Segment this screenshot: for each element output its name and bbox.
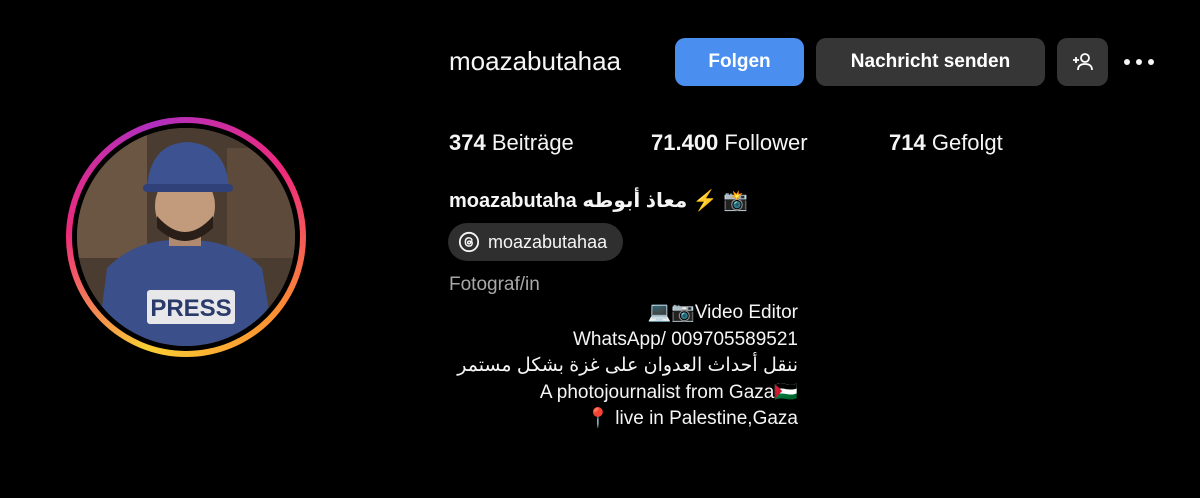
- followers-label: Follower: [724, 130, 808, 155]
- profile-avatar[interactable]: PRESS: [77, 128, 295, 346]
- follow-button[interactable]: Folgen: [675, 38, 804, 86]
- posts-count: 374: [449, 130, 486, 155]
- following-count: 714: [889, 130, 926, 155]
- avatar-photo: PRESS: [77, 128, 295, 346]
- followers-count: 71.400: [651, 130, 719, 155]
- threads-icon: [458, 231, 480, 253]
- following-label: Gefolgt: [931, 130, 1003, 155]
- posts-label: Beiträge: [491, 130, 574, 155]
- followers-stat[interactable]: 71.400 Follower: [651, 130, 808, 156]
- bio-line: A photojournalist from Gaza🇵🇸: [539, 381, 798, 403]
- threads-link[interactable]: moazabutahaa: [448, 223, 623, 261]
- bio-line: WhatsApp/ 009705589521: [572, 328, 798, 350]
- bio-line: 💻📷Video Editor: [647, 302, 798, 323]
- following-stat[interactable]: 714 Gefolgt: [889, 130, 1003, 156]
- profile-full-name: moazabutaha معاذ أبوطه ⚡️ 📸: [449, 190, 749, 212]
- threads-handle: moazabutahaa: [488, 231, 608, 252]
- profile-avatar-ring[interactable]: PRESS: [66, 117, 306, 357]
- press-label: PRESS: [150, 295, 231, 322]
- bio-line: ننقل أحداث العدوان على غزة بشكل مستمر: [457, 355, 798, 376]
- profile-username: moazabutahaa: [449, 46, 622, 76]
- posts-stat[interactable]: 374 Beiträge: [449, 130, 574, 156]
- profile-bio: 💻📷Video Editor WhatsApp/ 009705589521 نن…: [449, 300, 798, 433]
- add-user-icon: [1072, 53, 1093, 71]
- profile-category: Fotograf/in: [449, 274, 540, 295]
- send-message-button[interactable]: Nachricht senden: [816, 38, 1045, 86]
- bio-line: 📍 live in Palestine,Gaza: [586, 408, 798, 429]
- suggest-users-button[interactable]: [1057, 38, 1108, 86]
- more-options-icon[interactable]: [1124, 50, 1164, 74]
